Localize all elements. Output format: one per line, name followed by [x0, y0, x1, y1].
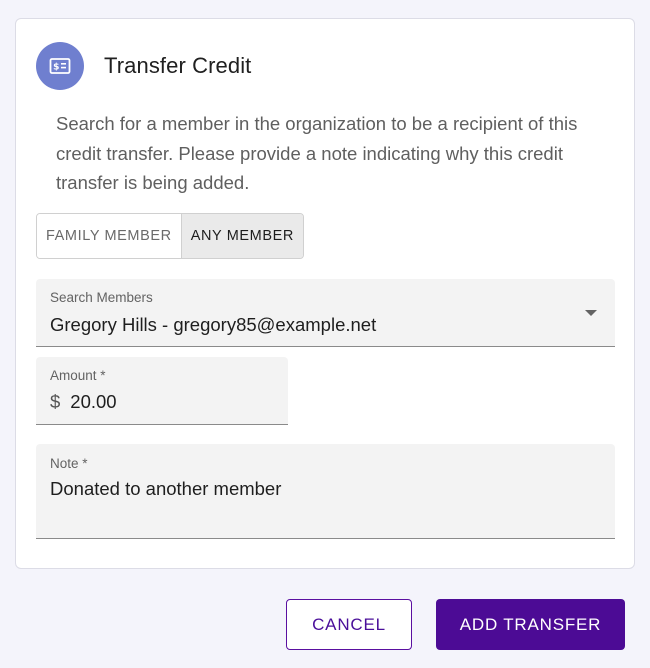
amount-value: 20.00	[70, 391, 117, 412]
note-label: Note *	[50, 456, 88, 471]
note-field[interactable]: Note * Donated to another member	[36, 444, 615, 539]
family-member-option[interactable]: FAMILY MEMBER	[37, 214, 181, 258]
dialog-header: $ Transfer Credit	[36, 42, 251, 90]
cancel-button[interactable]: CANCEL	[286, 599, 412, 650]
search-members-label: Search Members	[50, 290, 153, 305]
search-members-value: Gregory Hills - gregory85@example.net	[50, 314, 377, 335]
search-members-select[interactable]: Search Members Gregory Hills - gregory85…	[36, 279, 615, 347]
dropdown-arrow-icon[interactable]	[585, 310, 597, 316]
member-scope-toggle: FAMILY MEMBER ANY MEMBER	[36, 213, 304, 259]
amount-field[interactable]: Amount * $ 20.00	[36, 357, 288, 425]
currency-prefix: $	[50, 391, 61, 412]
svg-text:$: $	[53, 63, 59, 73]
note-value: Donated to another member	[50, 478, 282, 499]
dialog-title: Transfer Credit	[104, 53, 252, 78]
credit-card-dollar-icon: $	[36, 42, 84, 90]
transfer-credit-card: $ Transfer Credit Search for a member in…	[15, 18, 635, 569]
add-transfer-button[interactable]: ADD TRANSFER	[436, 599, 625, 650]
any-member-option[interactable]: ANY MEMBER	[180, 214, 303, 258]
dialog-description: Search for a member in the organization …	[56, 113, 578, 193]
amount-label: Amount *	[50, 368, 106, 383]
amount-input-row: $ 20.00	[50, 391, 117, 413]
